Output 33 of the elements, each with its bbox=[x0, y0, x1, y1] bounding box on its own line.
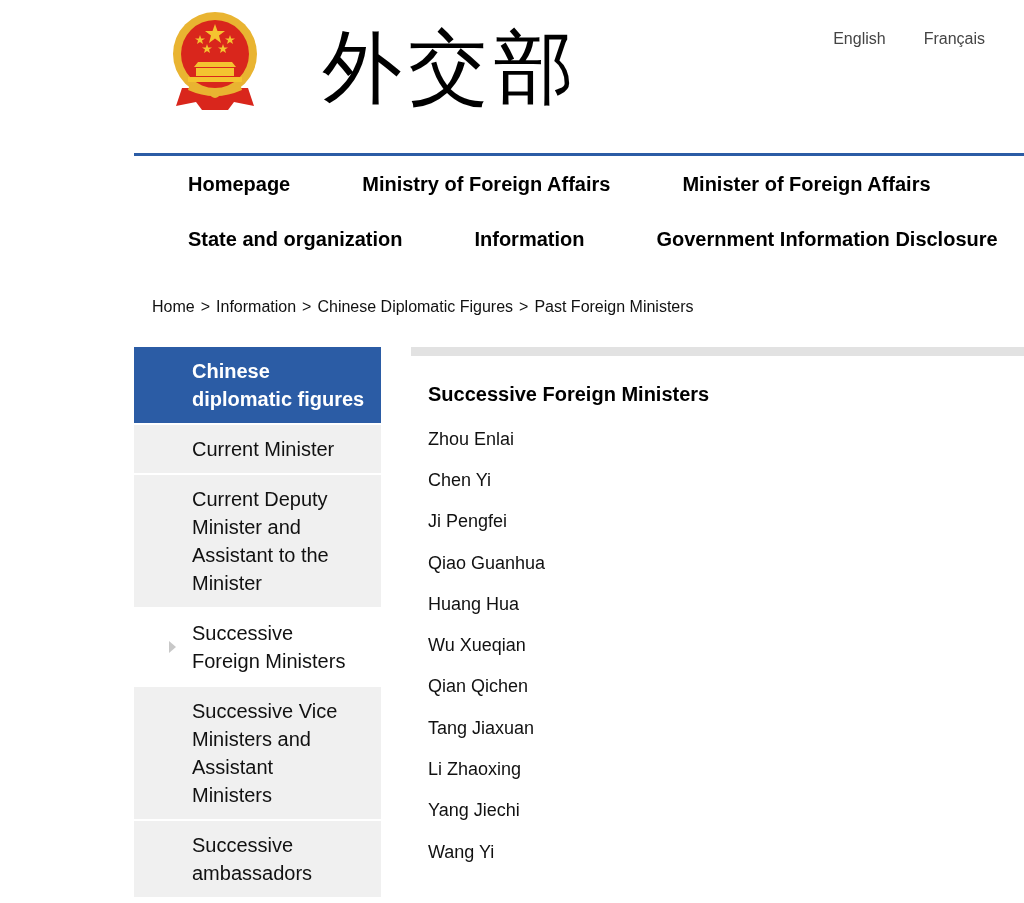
breadcrumb-link[interactable]: Information bbox=[216, 296, 297, 318]
minister-link[interactable]: Huang Hua bbox=[428, 591, 520, 616]
minister-link[interactable]: Yang Jiechi bbox=[428, 798, 520, 823]
breadcrumb-link[interactable]: Chinese Diplomatic Figures bbox=[317, 296, 514, 318]
minister-link[interactable]: Qian Qichen bbox=[428, 674, 529, 699]
sidebar-item[interactable]: Successive Vice Ministers and Assistant Ministers bbox=[134, 687, 381, 819]
sidebar-heading[interactable]: Chinese diplomatic figures bbox=[134, 347, 381, 423]
logo-title: 外交部 bbox=[322, 20, 580, 116]
sidebar-item[interactable]: Successive ambassadors bbox=[134, 821, 381, 897]
minister-link[interactable]: Li Zhaoxing bbox=[428, 757, 522, 781]
minister-link[interactable]: Chen Yi bbox=[428, 467, 492, 492]
minister-link[interactable]: Ji Pengfei bbox=[428, 509, 508, 534]
minister-link[interactable]: Wu Xueqian bbox=[428, 633, 526, 658]
language-link[interactable]: English bbox=[833, 28, 886, 50]
breadcrumb-link[interactable]: Past Foreign Ministers bbox=[534, 296, 694, 318]
minister-link[interactable]: Zhou Enlai bbox=[428, 426, 515, 451]
nav-link[interactable]: State and organization bbox=[188, 227, 403, 251]
breadcrumb-separator: > bbox=[200, 297, 211, 317]
nav-link[interactable]: Homepage bbox=[188, 172, 291, 196]
sidebar-item[interactable]: Current Minister bbox=[134, 425, 381, 473]
content-title: Successive Foreign Ministers bbox=[428, 382, 710, 407]
breadcrumb-link[interactable]: Home bbox=[152, 296, 195, 318]
breadcrumb-separator: > bbox=[302, 297, 312, 317]
nav-link[interactable]: Ministry of Foreign Affairs bbox=[362, 172, 611, 196]
nav-link[interactable]: Minister of Foreign Affairs bbox=[682, 172, 931, 196]
sidebar-item[interactable]: Current Deputy Minister and Assistant to the Minister bbox=[134, 475, 381, 607]
minister-link[interactable]: Wang Yi bbox=[428, 839, 495, 864]
nav-link[interactable]: Information bbox=[474, 227, 585, 251]
language-link[interactable]: Français bbox=[923, 28, 985, 50]
breadcrumb-separator: > bbox=[519, 297, 529, 317]
minister-link[interactable]: Qiao Guanhua bbox=[428, 550, 546, 575]
minister-link[interactable]: Tang Jiaxuan bbox=[428, 715, 535, 740]
nav-link[interactable]: Government Information Disclosure bbox=[656, 227, 998, 251]
